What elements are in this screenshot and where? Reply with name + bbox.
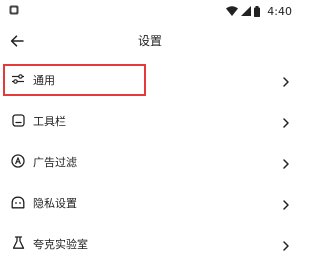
- chevron-right-icon: [281, 114, 291, 128]
- sliders-icon: [10, 71, 26, 87]
- settings-item-general[interactable]: 通用: [0, 60, 300, 101]
- wifi-icon: [226, 6, 239, 16]
- chevron-right-icon: [281, 155, 291, 169]
- clock-time: 4:40: [267, 4, 292, 18]
- settings-item-lab[interactable]: 夸克实验室: [0, 224, 300, 260]
- settings-item-label: 广告过滤: [33, 156, 77, 169]
- privacy-mask-icon: [10, 194, 26, 210]
- ad-filter-icon: [10, 153, 26, 169]
- title-bar: 设置: [0, 22, 300, 60]
- toolbar-icon: [10, 112, 26, 128]
- app-notification-icon: [9, 5, 19, 15]
- settings-screen: 4:40 设置 通用 工具栏 广告过滤 隐私设置 夸克实验室: [0, 0, 300, 260]
- settings-item-label: 工具栏: [33, 115, 66, 128]
- settings-item-label: 夸克实验室: [33, 238, 88, 251]
- settings-item-privacy[interactable]: 隐私设置: [0, 183, 300, 224]
- flask-icon: [10, 235, 26, 251]
- settings-list: 通用 工具栏 广告过滤 隐私设置 夸克实验室: [0, 60, 300, 260]
- settings-item-ad-filter[interactable]: 广告过滤: [0, 142, 300, 183]
- cellular-signal-icon: [241, 6, 252, 16]
- page-title: 设置: [137, 34, 162, 48]
- chevron-right-icon: [281, 237, 291, 251]
- settings-item-label: 通用: [33, 74, 55, 87]
- battery-icon: [254, 5, 261, 17]
- status-icons: 4:40: [226, 3, 292, 19]
- settings-item-label: 隐私设置: [33, 197, 77, 210]
- chevron-right-icon: [281, 73, 291, 87]
- settings-item-toolbar[interactable]: 工具栏: [0, 101, 300, 142]
- status-bar: 4:40: [0, 0, 300, 22]
- chevron-right-icon: [281, 196, 291, 210]
